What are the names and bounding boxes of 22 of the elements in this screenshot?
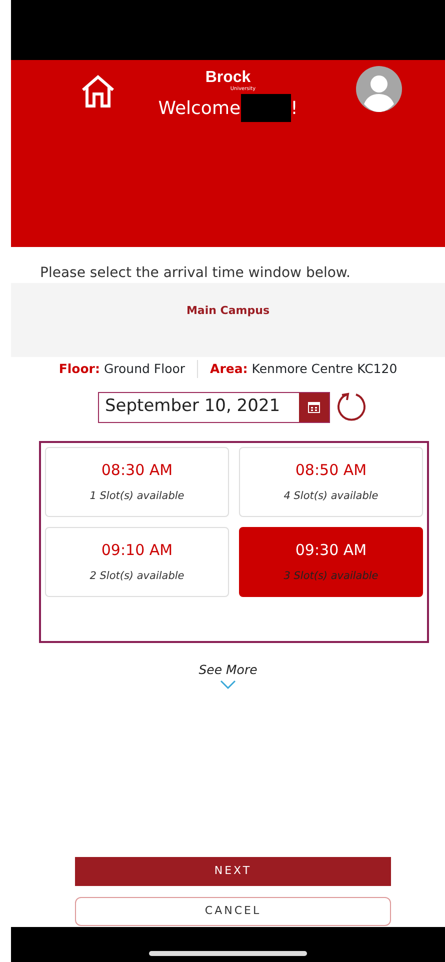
see-more-link[interactable]: See More bbox=[198, 661, 258, 680]
time-slot[interactable]: 08:30 AM 1 Slot(s) available bbox=[45, 447, 229, 517]
next-button[interactable]: NEXT bbox=[75, 857, 391, 886]
welcome-text: Welcome bbox=[158, 96, 241, 120]
redaction-bar bbox=[240, 94, 291, 122]
chevron-down-icon[interactable] bbox=[220, 680, 236, 689]
exclamation-text: ! bbox=[290, 96, 298, 120]
avatar-icon[interactable] bbox=[356, 66, 402, 112]
logo-text: Brock bbox=[205, 70, 251, 86]
cancel-button[interactable]: CANCEL bbox=[75, 897, 391, 926]
calendar-icon bbox=[308, 402, 320, 412]
calendar-button[interactable] bbox=[299, 392, 329, 422]
time-slot[interactable]: 08:50 AM 4 Slot(s) available bbox=[239, 447, 423, 517]
time-slot[interactable]: 09:30 AM 3 Slot(s) available bbox=[239, 527, 423, 597]
location-info: Floor: Ground Floor bbox=[58, 360, 186, 378]
instruction-text: Please select the arrival time window below. bbox=[39, 264, 352, 283]
date-field[interactable]: September 10, 2021 bbox=[98, 392, 330, 422]
campus-title: Main Campus bbox=[186, 303, 270, 319]
home-icon[interactable] bbox=[80, 74, 116, 108]
time-slot[interactable]: 09:10 AM 2 Slot(s) available bbox=[45, 527, 229, 597]
location-info: Area: Kenmore Centre KC120 bbox=[197, 360, 410, 378]
refresh-icon[interactable] bbox=[336, 391, 368, 423]
